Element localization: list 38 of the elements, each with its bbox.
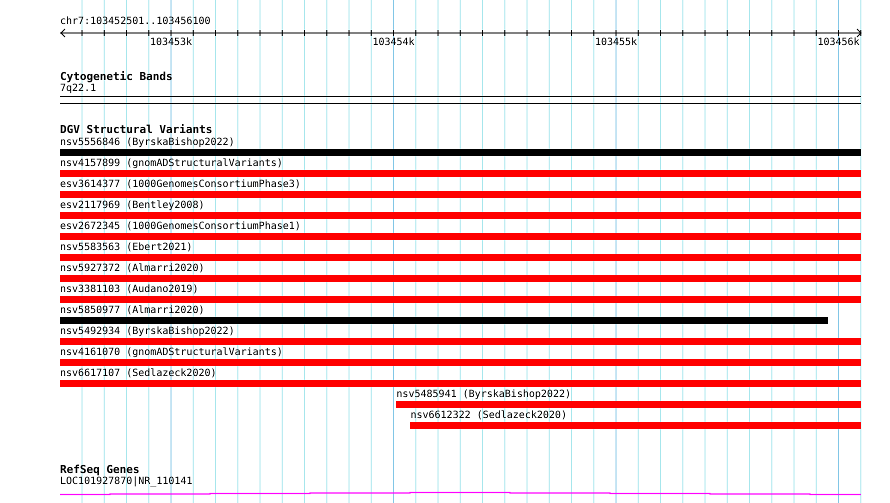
track-title: Cytogenetic Bands: [60, 71, 174, 83]
tick-label: 103454k: [372, 37, 415, 49]
tick-label: 103455k: [594, 37, 638, 49]
variant-label: nsv4157899 (gnomADStructuralVariants): [60, 158, 283, 169]
variant-bar[interactable]: [60, 149, 861, 156]
variant-label: nsv5583563 (Ebert2021): [60, 242, 192, 253]
variant-bar[interactable]: [396, 401, 861, 408]
variant-label: nsv5492934 (ByrskaBishop2022): [60, 326, 235, 337]
variant-label: nsv6617107 (Sedlazeck2020): [60, 368, 217, 379]
variant-label: nsv4161070 (gnomADStructuralVariants): [60, 347, 283, 358]
variant-label: nsv3381103 (Audano2019): [60, 284, 198, 295]
variant-label: esv2117969 (Bentley2008): [60, 200, 204, 211]
variant-bar[interactable]: [60, 380, 861, 387]
gene-label: LOC101927870|NR_110141: [60, 476, 194, 488]
variant-bar[interactable]: [60, 212, 861, 219]
tick-label: 103453k: [150, 37, 192, 49]
variant-bar[interactable]: [60, 275, 861, 282]
band-label: 7q22.1: [60, 83, 98, 95]
variant-bar[interactable]: [60, 338, 861, 345]
variant-label: nsv5556846 (ByrskaBishop2022): [60, 137, 235, 148]
variant-bar[interactable]: [60, 359, 861, 366]
variant-label: esv3614377 (1000GenomesConsortiumPhase3): [60, 179, 301, 190]
variant-bar[interactable]: [60, 170, 861, 177]
track-title: RefSeq Genes: [60, 464, 140, 476]
variant-bar[interactable]: [60, 233, 861, 240]
variant-label: esv2672345 (1000GenomesConsortiumPhase1): [60, 221, 301, 232]
variant-label: nsv5485941 (ByrskaBishop2022): [396, 389, 572, 400]
variant-label: nsv5927372 (Almarri2020): [60, 263, 204, 274]
variant-bar[interactable]: [410, 422, 861, 429]
variant-label: nsv5850977 (Almarri2020): [60, 305, 204, 316]
variant-label: nsv6612322 (Sedlazeck2020): [410, 410, 567, 421]
variant-bar[interactable]: [60, 296, 861, 303]
variant-bar[interactable]: [60, 191, 861, 198]
location-label: chr7:103452501..103456100: [60, 16, 212, 28]
variant-bar[interactable]: [60, 254, 861, 261]
variant-bar[interactable]: [60, 317, 828, 324]
tick-label: 103456k: [817, 37, 860, 49]
track-title: DGV Structural Variants: [60, 124, 214, 136]
